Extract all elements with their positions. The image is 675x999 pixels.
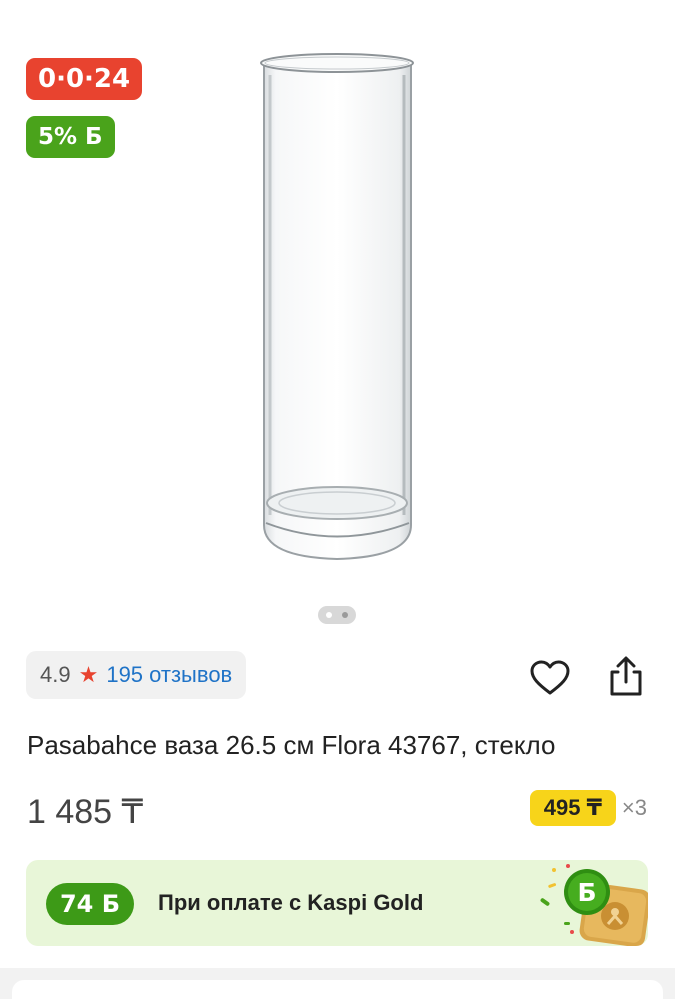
product-image-gallery[interactable]: 0·0·24 5% Б [0,0,675,640]
share-icon[interactable] [606,655,646,697]
kaspi-gold-card-icon: Б [540,864,648,946]
installment-badge: 0·0·24 [26,58,143,100]
bonus-percent-badge: 5% Б [26,116,115,158]
product-image-vase[interactable] [250,45,425,575]
pager-dot[interactable] [326,612,332,618]
pager-dot-active[interactable] [342,612,348,618]
product-price: 1 485 ₸ [27,793,144,831]
next-section-card-surface [12,980,663,999]
bonus-amount-pill: 74 Б [46,883,134,925]
rating-value: 4.9 [40,662,71,687]
heart-icon[interactable] [530,660,570,696]
kaspi-gold-bonus-banner[interactable]: 74 Б При оплате с Kaspi Gold Б [26,860,648,946]
product-title: Pasabahce ваза 26.5 см Flora 43767, стек… [27,730,556,760]
installment-multiplier: ×3 [621,795,647,820]
installment-offer[interactable]: 495 ₸ ×3 [529,790,647,826]
svg-text:Б: Б [577,878,596,907]
kaspi-gold-label: При оплате с Kaspi Gold [158,890,424,915]
next-section-card [0,968,675,999]
image-pager-dots[interactable] [318,606,356,624]
rating-reviews-chip[interactable]: 4.9 ★ 195 отзывов [26,651,247,699]
reviews-link[interactable]: 195 отзывов [106,662,232,688]
star-icon: ★ [78,662,99,687]
monthly-payment-badge[interactable]: 495 ₸ [529,790,616,826]
